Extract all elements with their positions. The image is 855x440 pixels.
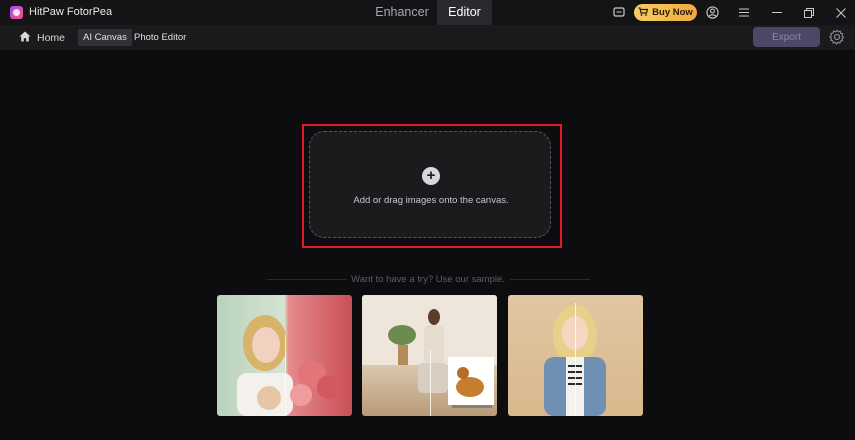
- dropzone-instruction: Add or drag images onto the canvas.: [353, 195, 509, 206]
- image-dropzone[interactable]: + Add or drag images onto the canvas.: [309, 131, 551, 238]
- sample-image-seated-woman-dog[interactable]: [362, 295, 497, 416]
- tab-ai-canvas[interactable]: AI Canvas: [78, 29, 132, 46]
- sample-image-portrait-bouquet[interactable]: [217, 295, 352, 416]
- tab-editor[interactable]: Editor: [437, 0, 492, 25]
- buy-now-label: Buy Now: [652, 7, 693, 18]
- export-button[interactable]: Export: [753, 27, 820, 47]
- home-button[interactable]: Home: [19, 29, 65, 46]
- menu-icon[interactable]: [735, 0, 753, 25]
- add-image-plus-icon[interactable]: +: [422, 167, 440, 185]
- close-icon[interactable]: [832, 0, 850, 25]
- tab-enhancer[interactable]: Enhancer: [365, 0, 439, 25]
- title-bar: HitPaw FotorPea Enhancer Editor Buy Now: [0, 0, 855, 25]
- buy-now-button[interactable]: Buy Now: [634, 4, 697, 21]
- minimize-icon[interactable]: [768, 0, 786, 25]
- account-icon[interactable]: [703, 0, 721, 25]
- app-title: HitPaw FotorPea: [29, 6, 113, 18]
- home-icon: [19, 31, 31, 45]
- app-logo-icon: [10, 6, 23, 19]
- chat-icon[interactable]: [610, 0, 628, 25]
- home-label: Home: [37, 31, 66, 44]
- nav-bar: Home AI Canvas Photo Editor Export: [0, 25, 855, 50]
- restore-icon[interactable]: [800, 0, 818, 25]
- cart-icon: [638, 6, 649, 19]
- sample-image-denim-portrait[interactable]: [508, 295, 643, 416]
- settings-gear-icon[interactable]: [828, 29, 845, 46]
- sample-prompt: Want to have a try? Use our sample.: [351, 274, 505, 285]
- tab-photo-editor[interactable]: Photo Editor: [129, 29, 191, 46]
